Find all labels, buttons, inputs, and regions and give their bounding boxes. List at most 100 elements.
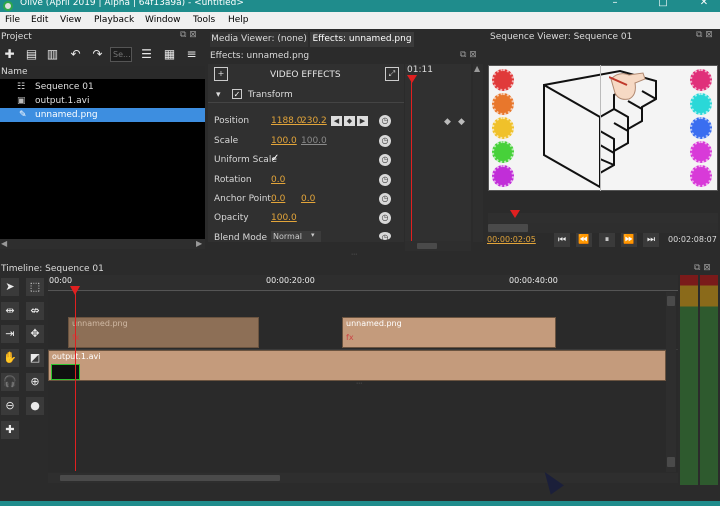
effect-expand-arrow-icon[interactable]: ▾ <box>216 90 221 100</box>
effects-vscrollbar[interactable]: ▲ <box>473 64 483 242</box>
blend-mode-select[interactable]: Normal ▾ <box>271 231 321 242</box>
menu-window[interactable]: Window <box>145 15 181 25</box>
rolling-tool-icon[interactable]: ⇎ <box>26 302 44 320</box>
position-x-value[interactable]: 1188.0 <box>271 116 303 126</box>
project-hscrollbar[interactable]: ◀ ▶ <box>0 239 205 249</box>
rotation-value[interactable]: 0.0 <box>271 175 285 185</box>
scroll-up-icon[interactable]: ▲ <box>474 64 480 73</box>
keyframe-diamond[interactable]: ◆ <box>458 117 465 127</box>
open-file-icon[interactable]: ▤ <box>23 46 40 63</box>
add-track-icon[interactable]: ✚ <box>1 421 19 439</box>
tab-media-viewer[interactable]: Media Viewer: (none) <box>210 32 308 47</box>
keyframe-toggle-icon[interactable]: ◷ <box>379 154 391 166</box>
scroll-left-icon[interactable]: ◀ <box>1 239 7 248</box>
zoom-in-icon[interactable]: ⊕ <box>26 373 44 391</box>
razor-tool-icon[interactable]: ⇥ <box>1 325 19 343</box>
scroll-thumb[interactable] <box>667 457 675 467</box>
timeline-dock-buttons[interactable]: ⧉ ⊠ <box>694 263 711 273</box>
menu-playback[interactable]: Playback <box>94 15 134 25</box>
collapse-effects-icon[interactable]: ⤢ <box>385 67 399 81</box>
menu-view[interactable]: View <box>60 15 81 25</box>
keyframe-toggle-icon[interactable]: ◷ <box>379 135 391 147</box>
effect-enabled-checkbox[interactable]: ✓ <box>232 89 242 99</box>
anchor-x-value[interactable]: 0.0 <box>271 194 285 204</box>
scale-y-value[interactable]: 100.0 <box>301 136 327 146</box>
zoom-out-icon[interactable]: ⊖ <box>1 397 19 415</box>
timeline-ruler[interactable]: 00:00 00:00:20:00 00:00:40:00 <box>48 275 678 291</box>
rewind-button[interactable]: ⏪ <box>576 233 592 247</box>
viewer-current-time[interactable]: 00:00:02:05 <box>487 235 536 244</box>
redo-icon[interactable]: ↷ <box>89 46 106 63</box>
timeline-playhead-marker[interactable] <box>70 286 80 295</box>
ruler-label: 00:00 <box>49 276 73 285</box>
add-keyframe-button[interactable]: ◆ <box>344 116 355 126</box>
tree-view-icon[interactable]: ≡ <box>183 46 200 63</box>
project-search-input[interactable] <box>110 47 132 62</box>
minimize-button[interactable]: – <box>601 0 629 8</box>
edit-tool-icon[interactable]: ⬚ <box>26 278 44 296</box>
viewer-dock-buttons[interactable]: ⧉ ⊠ <box>696 30 713 40</box>
close-button[interactable]: ✕ <box>690 0 718 8</box>
next-keyframe-button[interactable]: ▶ <box>357 116 368 126</box>
viewer-playhead-marker[interactable] <box>510 210 520 218</box>
keyframe-playhead-marker[interactable] <box>407 75 417 83</box>
project-item-image[interactable]: ✎ unnamed.png <box>0 108 205 122</box>
keyframe-toggle-icon[interactable]: ◷ <box>379 232 391 242</box>
project-dock-buttons[interactable]: ⧉ ⊠ <box>180 30 197 40</box>
effects-panel: Media Viewer: (none) Effects: unnamed.pn… <box>208 29 484 253</box>
hand-tool-icon[interactable]: ✋ <box>1 349 19 367</box>
scale-value[interactable]: 100.0 <box>271 136 297 146</box>
tab-effects[interactable]: Effects: unnamed.png <box>310 32 414 47</box>
maximize-button[interactable]: □ <box>649 0 677 8</box>
headphones-icon[interactable]: 🎧 <box>1 373 19 391</box>
add-effect-icon[interactable]: + <box>214 67 228 81</box>
scroll-thumb[interactable] <box>60 475 280 481</box>
icon-view-icon[interactable]: ▦ <box>161 46 178 63</box>
new-icon[interactable]: ✚ <box>1 46 18 63</box>
save-icon[interactable]: ▥ <box>44 46 61 63</box>
list-view-icon[interactable]: ☰ <box>138 46 155 63</box>
keyframe-toggle-icon[interactable]: ◷ <box>379 193 391 205</box>
panel-resize-handle[interactable]: ⋯ <box>351 252 367 258</box>
timeline-hscrollbar[interactable] <box>48 473 678 483</box>
record-icon[interactable]: ● <box>26 397 44 415</box>
timeline-clip-image[interactable]: unnamed.png fx <box>342 317 556 348</box>
ripple-tool-icon[interactable]: ⇹ <box>1 302 19 320</box>
timeline-vscrollbar[interactable] <box>666 292 676 472</box>
pause-button[interactable]: ⏸ <box>599 233 615 247</box>
position-y-value[interactable]: 230.2 <box>301 116 327 126</box>
scroll-right-icon[interactable]: ▶ <box>196 239 202 248</box>
fast-forward-button[interactable]: ⏩ <box>621 233 637 247</box>
effects-hscrollbar[interactable] <box>405 241 471 251</box>
timeline-clip-video[interactable]: output.1.avi <box>48 350 666 381</box>
prev-keyframe-button[interactable]: ◀ <box>331 116 342 126</box>
scroll-thumb[interactable] <box>488 224 528 232</box>
pointer-tool-icon[interactable]: ➤ <box>1 278 19 296</box>
go-to-start-button[interactable]: ⏮ <box>554 233 570 247</box>
effects-dock-buttons[interactable]: ⧉ ⊠ <box>460 50 477 60</box>
menu-file[interactable]: File <box>5 15 20 25</box>
keyframe-toggle-icon[interactable]: ◷ <box>379 212 391 224</box>
project-item-sequence[interactable]: ☷ Sequence 01 <box>0 80 205 94</box>
menu-edit[interactable]: Edit <box>31 15 48 25</box>
track-divider-handle[interactable]: ⋯ <box>356 380 362 387</box>
anchor-y-value[interactable]: 0.0 <box>301 194 315 204</box>
project-item-video[interactable]: ▣ output.1.avi <box>0 94 205 108</box>
undo-icon[interactable]: ↶ <box>67 46 84 63</box>
viewer-hscrollbar[interactable] <box>488 223 718 233</box>
keyframe-toggle-icon[interactable]: ◷ <box>379 174 391 186</box>
uniform-scale-checkbox[interactable]: ✓ <box>271 153 279 164</box>
viewer-scrubber[interactable] <box>488 210 718 223</box>
menu-tools[interactable]: Tools <box>193 15 215 25</box>
keyframe-toggle-icon[interactable]: ◷ <box>379 115 391 127</box>
slip-tool-icon[interactable]: ✥ <box>26 325 44 343</box>
clip-label: unnamed.png <box>72 319 128 328</box>
timeline-clip-image[interactable]: unnamed.png fx <box>68 317 259 348</box>
opacity-value[interactable]: 100.0 <box>271 213 297 223</box>
go-to-end-button[interactable]: ⏭ <box>643 233 659 247</box>
scroll-thumb[interactable] <box>667 296 675 306</box>
menu-help[interactable]: Help <box>228 15 249 25</box>
transition-tool-icon[interactable]: ◩ <box>26 349 44 367</box>
scroll-thumb[interactable] <box>417 243 437 249</box>
keyframe-diamond[interactable]: ◆ <box>444 117 451 127</box>
